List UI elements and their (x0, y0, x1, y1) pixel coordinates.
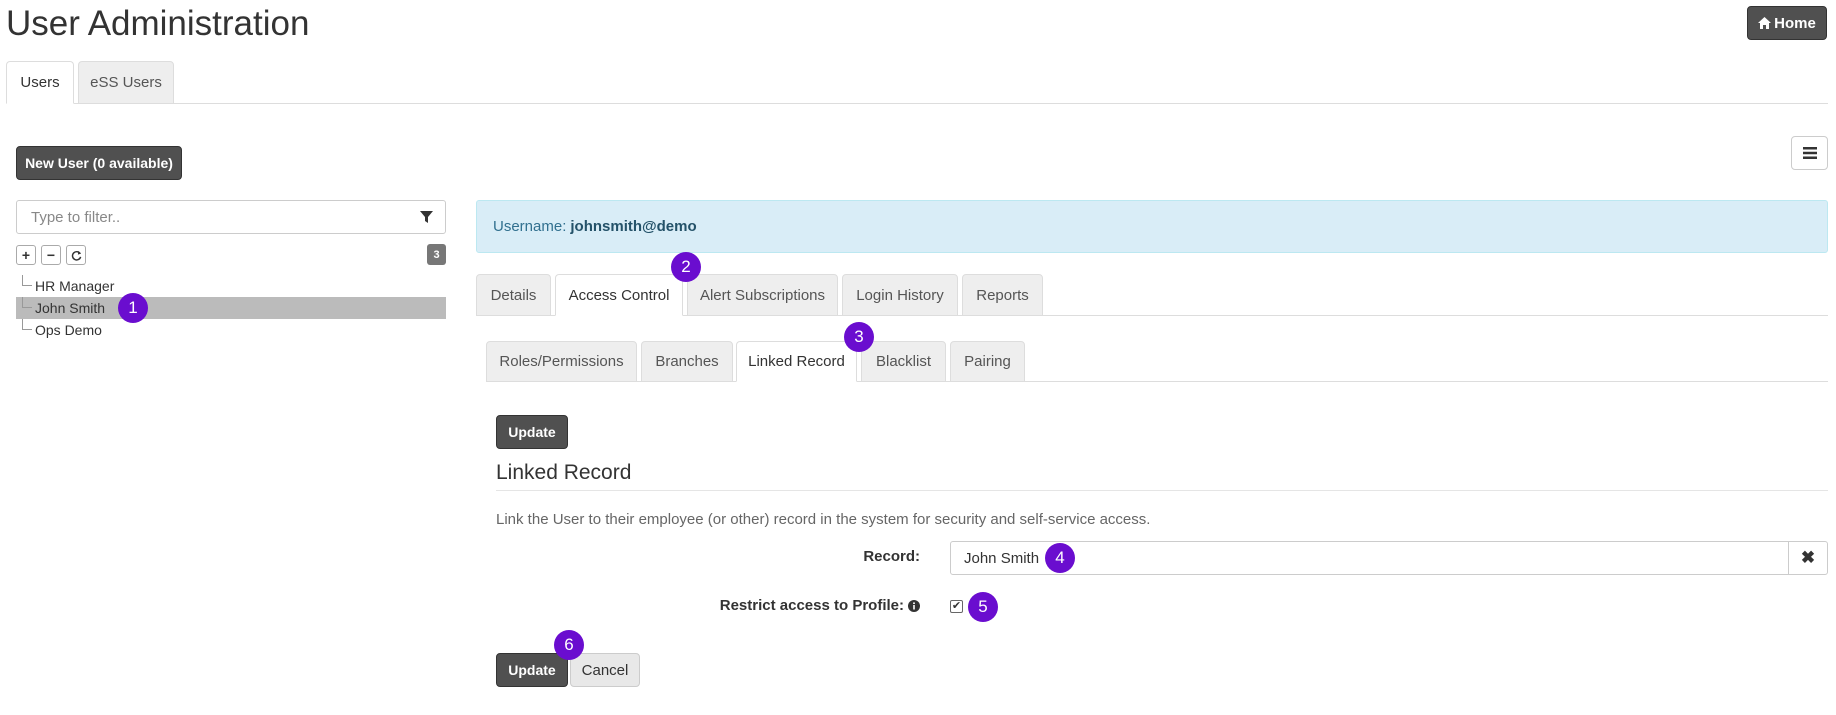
section-divider (496, 490, 1828, 491)
new-user-button-label: New User (0 available) (25, 155, 173, 171)
subtab-pairing[interactable]: Pairing (950, 341, 1025, 382)
step-marker-5: 5 (968, 592, 998, 622)
cancel-button[interactable]: Cancel (570, 653, 640, 687)
subtab-linked-record[interactable]: Linked Record (736, 341, 857, 382)
checkmark-icon: ✔ (951, 600, 962, 612)
minus-icon: − (46, 247, 56, 263)
tab-ess-users-label: eSS Users (90, 74, 162, 91)
restrict-profile-label-text: Restrict access to Profile: (719, 597, 904, 614)
plus-icon: + (21, 247, 31, 263)
step-marker-2: 2 (671, 252, 701, 282)
step-marker-4: 4 (1045, 543, 1075, 573)
record-field[interactable]: John Smith (950, 541, 1789, 575)
tree-connector (22, 319, 32, 330)
refresh-icon (71, 250, 82, 261)
subtab-blacklist-label: Blacklist (875, 353, 931, 370)
new-user-button[interactable]: New User (0 available) (16, 146, 182, 180)
hamburger-menu-icon (1802, 147, 1817, 159)
tree-item-john-smith[interactable]: John Smith (16, 297, 446, 319)
tab-details[interactable]: Details (476, 274, 551, 316)
restrict-profile-label: Restrict access to Profile: (640, 597, 920, 614)
subtab-pairing-label: Pairing (964, 353, 1011, 370)
update-button-label: Update (508, 424, 556, 440)
tab-users[interactable]: Users (6, 61, 74, 104)
subtab-blacklist[interactable]: Blacklist (861, 341, 946, 382)
cancel-button-label: Cancel (581, 661, 629, 679)
tab-access-control[interactable]: Access Control (555, 274, 683, 316)
tree-item-label: HR Manager (35, 278, 115, 294)
update-button-bottom[interactable]: Update (496, 653, 568, 687)
tree-connector (22, 297, 32, 308)
filter-box (16, 200, 446, 234)
update-button-top[interactable]: Update (496, 415, 568, 449)
subtab-linked-record-label: Linked Record (748, 353, 845, 370)
tab-alert-subscriptions[interactable]: Alert Subscriptions (687, 274, 838, 316)
step-marker-3: 3 (844, 322, 874, 352)
expand-all-button[interactable]: + (16, 245, 36, 265)
tree-item-ops-demo[interactable]: Ops Demo (16, 319, 446, 341)
collapse-all-button[interactable]: − (41, 245, 61, 265)
home-button[interactable]: Home (1747, 6, 1827, 40)
subtab-roles-permissions[interactable]: Roles/Permissions (486, 341, 637, 382)
tab-alert-subscriptions-label: Alert Subscriptions (699, 286, 826, 304)
section-description: Link the User to their employee (or othe… (496, 511, 1151, 528)
step-marker-1: 1 (118, 293, 148, 323)
top-tabbar-line (6, 103, 1828, 104)
section-title: Linked Record (496, 461, 632, 484)
info-circle-icon[interactable] (908, 599, 920, 612)
record-value: John Smith (964, 549, 1040, 567)
filter-icon[interactable] (420, 210, 433, 224)
tree-connector (22, 275, 32, 286)
subtab-branches-label: Branches (655, 353, 719, 370)
filter-input[interactable] (29, 207, 420, 227)
tree-item-hr-manager[interactable]: HR Manager (16, 275, 446, 297)
times-icon: ✖ (1800, 548, 1816, 567)
tab-details-label: Details (490, 286, 537, 304)
username-value: johnsmith@demo (570, 218, 697, 235)
menu-button[interactable] (1791, 136, 1828, 170)
tab-users-label: Users (20, 74, 60, 91)
home-icon (1758, 17, 1772, 29)
username-label: Username: (493, 218, 567, 235)
tab-login-history-label: Login History (856, 286, 944, 304)
tab-ess-users[interactable]: eSS Users (78, 61, 174, 104)
page-title: User Administration (6, 4, 310, 43)
clear-record-button[interactable]: ✖ (1788, 541, 1828, 575)
restrict-profile-checkbox[interactable]: ✔ (950, 600, 963, 613)
tab-reports-label: Reports (976, 286, 1029, 304)
home-button-label: Home (1774, 14, 1816, 32)
step-marker-6: 6 (554, 630, 584, 660)
tab-login-history[interactable]: Login History (842, 274, 958, 316)
tab-access-control-label: Access Control (568, 286, 670, 304)
refresh-button[interactable] (66, 245, 86, 265)
subtab-roles-permissions-label: Roles/Permissions (499, 353, 624, 370)
username-panel: Username: johnsmith@demo (476, 200, 1828, 253)
tree-item-label: Ops Demo (35, 322, 102, 338)
tab-reports[interactable]: Reports (962, 274, 1043, 316)
user-count-badge: 3 (427, 244, 446, 265)
record-label: Record: (863, 548, 920, 565)
update-button-label: Update (508, 662, 556, 678)
tree-item-label: John Smith (35, 300, 106, 316)
subtab-branches[interactable]: Branches (641, 341, 733, 382)
